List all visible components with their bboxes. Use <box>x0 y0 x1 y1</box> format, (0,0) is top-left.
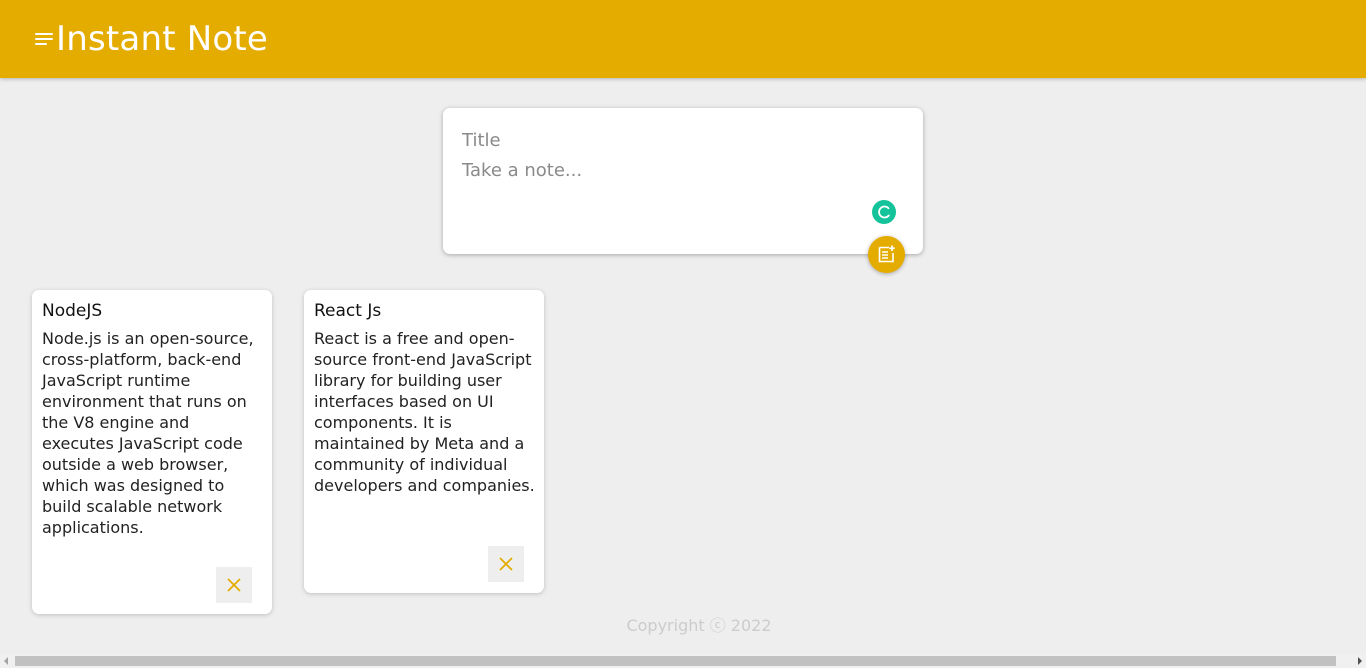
copyright-text: Copyright ⓒ 2022 <box>626 616 772 635</box>
close-icon <box>227 578 241 592</box>
app-header: Instant Note <box>0 0 1366 78</box>
add-note-button[interactable] <box>868 236 905 273</box>
app-title: Instant Note <box>56 19 269 59</box>
scrollbar-thumb[interactable] <box>15 656 1336 666</box>
horizontal-scrollbar[interactable] <box>0 654 1366 668</box>
note-content-input[interactable] <box>462 160 862 186</box>
note-title: NodeJS <box>42 301 103 321</box>
grammarly-icon[interactable] <box>872 200 896 224</box>
note-add-icon <box>878 245 895 263</box>
note-card: React Js React is a free and open-source… <box>304 290 544 593</box>
scroll-right-arrow-icon[interactable] <box>1358 657 1362 665</box>
delete-note-button[interactable] <box>488 546 524 582</box>
note-content: Node.js is an open-source, cross-platfor… <box>42 329 254 537</box>
create-note-form <box>443 108 923 254</box>
note-card: NodeJS Node.js is an open-source, cross-… <box>32 290 272 614</box>
title-input[interactable] <box>462 128 902 152</box>
menu-icon[interactable] <box>35 33 53 45</box>
close-icon <box>499 557 513 571</box>
delete-note-button[interactable] <box>216 567 252 603</box>
scroll-left-arrow-icon[interactable] <box>4 657 8 665</box>
note-title: React Js <box>314 301 382 321</box>
note-content: React is a free and open-source front-en… <box>314 329 535 495</box>
